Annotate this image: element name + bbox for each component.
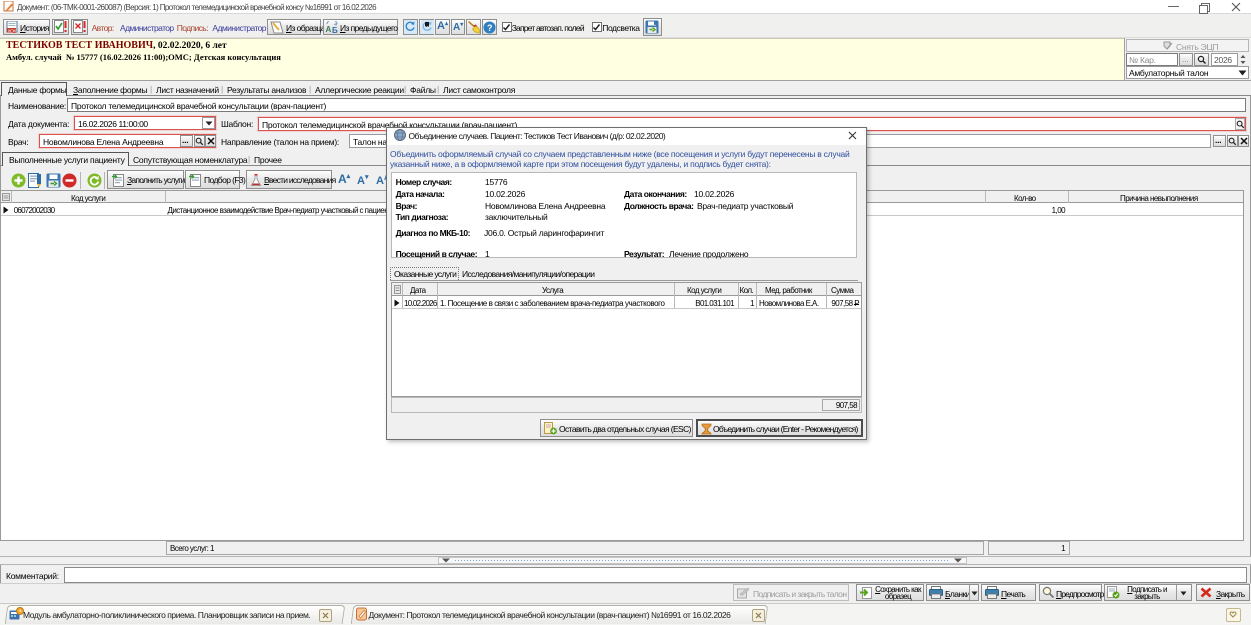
svg-text:?: ? [487, 23, 492, 33]
svg-text:А: А [326, 25, 332, 34]
svg-text:ДОК: ДОК [8, 29, 17, 34]
svg-text:Б: Б [332, 26, 338, 34]
